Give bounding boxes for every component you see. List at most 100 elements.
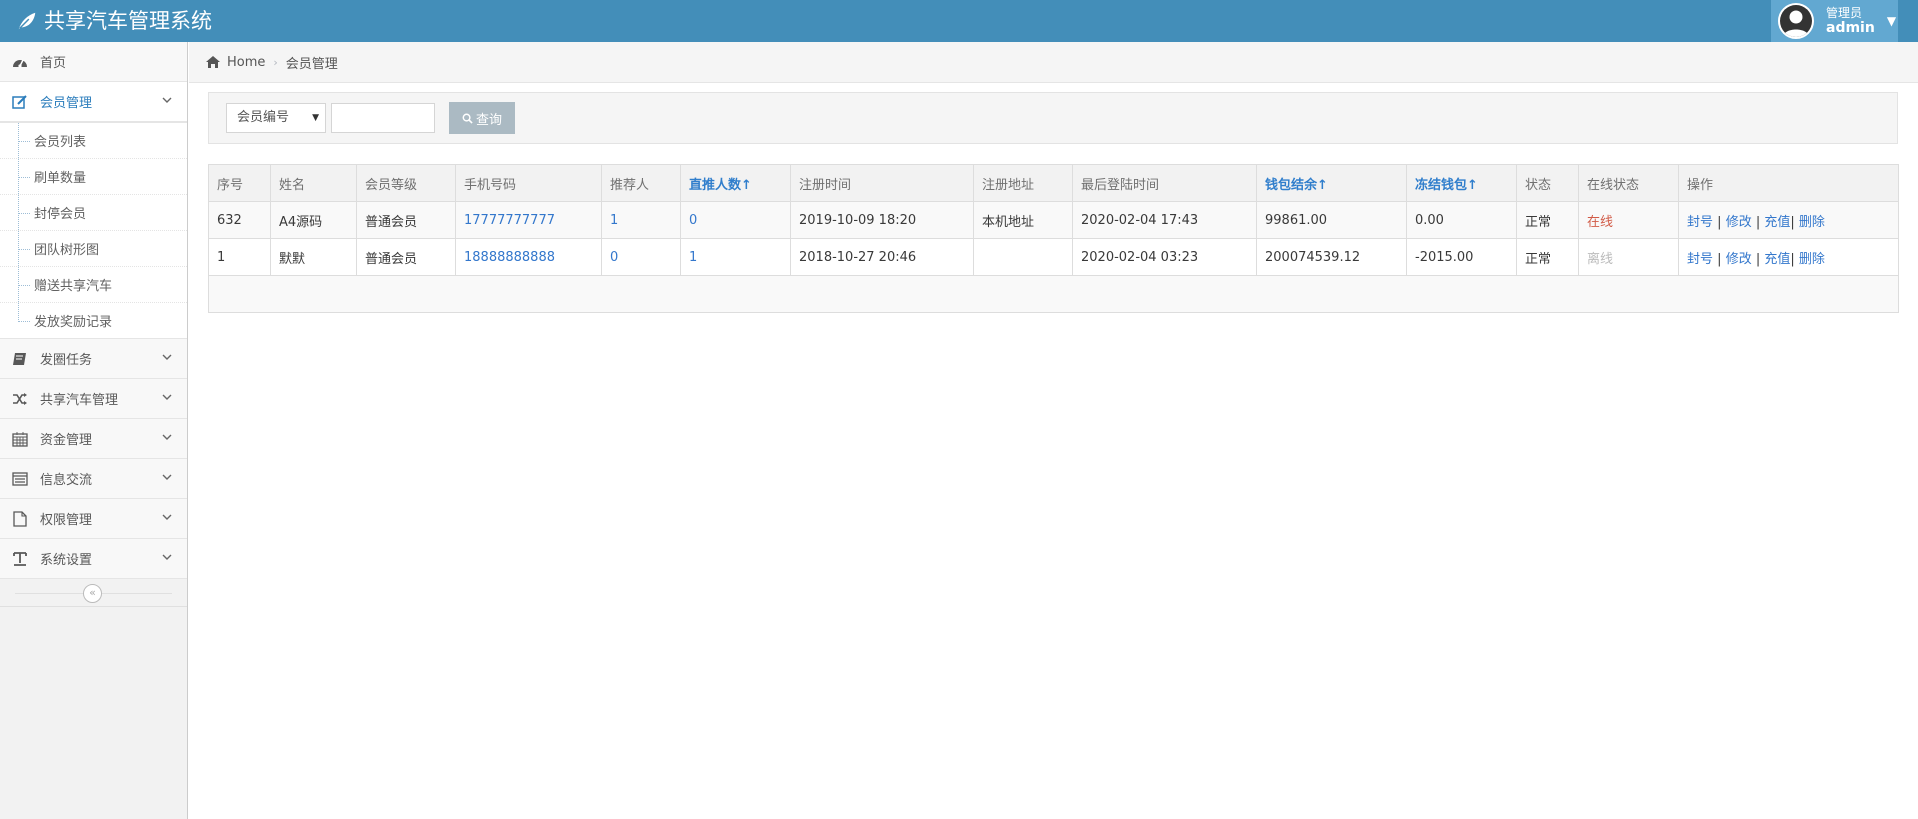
sidebar-item-label: 资金管理 [40,433,93,448]
leaf-icon [18,12,36,30]
caret-down-icon: ▼ [312,113,319,123]
chevron-down-icon [162,434,172,440]
breadcrumb-home-link[interactable]: Home [227,55,265,70]
cell-actions: 封号 | 修改 | 充值| 删除 [1678,238,1899,276]
submenu-item-label: 刷单数量 [34,171,87,186]
cell-last-login: 2020-02-04 17:43 [1072,201,1257,239]
cell-direct-link[interactable]: 0 [689,213,697,228]
table-row: 1 默默 普通会员 18888888888 0 1 2018-10-27 20:… [208,238,1899,276]
sidebar-item-tasks[interactable]: 发圈任务 [0,339,187,379]
col-header-referrer: 推荐人 [601,164,681,202]
edit-link[interactable]: 修改 [1726,252,1752,267]
col-header-phone: 手机号码 [455,164,602,202]
cell-name: 默默 [270,238,357,276]
submenu-item-reward-records[interactable]: 发放奖励记录 [0,302,187,338]
cell-wallet: 200074539.12 [1256,238,1407,276]
submenu-item-label: 会员列表 [34,135,87,150]
sidebar-item-home[interactable]: 首页 [0,42,187,82]
chevron-down-icon [162,474,172,480]
book-icon [13,352,26,365]
cell-referrer-link[interactable]: 0 [610,250,618,265]
submenu-item-label: 赠送共享汽车 [34,279,113,294]
submenu-item-order-count[interactable]: 刷单数量 [0,158,187,194]
breadcrumb: Home › 会员管理 [189,42,1918,83]
submenu-item-member-list[interactable]: 会员列表 [0,122,187,158]
search-button[interactable]: 查询 [449,102,515,134]
sidebar-item-members[interactable]: 会员管理 [0,82,187,122]
chevron-right-icon: › [273,55,278,69]
submenu-item-label: 封停会员 [34,207,87,222]
member-table-container: 序号 姓名 会员等级 手机号码 推荐人 直推人数↑ 注册时间 注册地址 最后登陆… [208,164,1899,313]
edit-icon [12,94,27,109]
sidebar-item-messages[interactable]: 信息交流 [0,459,187,499]
chevron-down-icon [162,97,172,103]
cell-id: 1 [208,238,271,276]
double-left-icon: « [89,586,96,599]
sidebar-collapse: « [0,579,187,607]
search-icon [462,113,473,124]
delete-link[interactable]: 删除 [1799,252,1825,267]
cell-referrer-link[interactable]: 1 [610,213,618,228]
col-header-wallet-sort[interactable]: 钱包结余↑ [1256,164,1407,202]
sidebar-item-label: 共享汽车管理 [40,393,119,408]
delete-link[interactable]: 删除 [1799,215,1825,230]
caret-down-icon: ▼ [1886,14,1897,28]
text-icon [13,551,27,566]
col-header-last-login: 最后登陆时间 [1072,164,1257,202]
table-header-row: 序号 姓名 会员等级 手机号码 推荐人 直推人数↑ 注册时间 注册地址 最后登陆… [208,164,1899,202]
top-navbar: 共享汽车管理系统 管理员 admin ▼ [0,0,1918,42]
sidebar-item-label: 系统设置 [40,553,93,568]
col-header-direct-referrals-sort[interactable]: 直推人数↑ [680,164,791,202]
table-row: 632 A4源码 普通会员 17777777777 1 0 2019-10-09… [208,201,1899,239]
chevron-down-icon [162,514,172,520]
submenu-item-gift-car[interactable]: 赠送共享汽车 [0,266,187,302]
action-separator: | [1755,214,1761,230]
cell-online-status: 离线 [1578,238,1679,276]
cell-online-status: 在线 [1578,201,1679,239]
sidebar-item-settings[interactable]: 系统设置 [0,539,187,579]
user-role: 管理员 [1826,6,1863,20]
sidebar-item-permissions[interactable]: 权限管理 [0,499,187,539]
ban-link[interactable]: 封号 [1687,252,1713,267]
search-field-select[interactable]: 会员编号 ▼ [226,103,326,133]
brand[interactable]: 共享汽车管理系统 [16,6,212,36]
submenu-item-banned-members[interactable]: 封停会员 [0,194,187,230]
search-bar: 会员编号 ▼ 查询 [208,92,1898,144]
cell-direct-link[interactable]: 1 [689,250,697,265]
sidebar-item-label: 会员管理 [40,96,93,111]
sidebar-item-funds[interactable]: 资金管理 [0,419,187,459]
file-icon [13,510,27,527]
member-table: 序号 姓名 会员等级 手机号码 推荐人 直推人数↑ 注册时间 注册地址 最后登陆… [208,164,1899,313]
avatar [1778,3,1814,39]
sidebar-item-car-management[interactable]: 共享汽车管理 [0,379,187,419]
cell-phone-link[interactable]: 18888888888 [464,250,555,265]
sidebar-item-label: 权限管理 [40,513,93,528]
col-header-name: 姓名 [270,164,357,202]
cell-phone-link[interactable]: 17777777777 [464,213,555,228]
cell-status: 正常 [1516,201,1579,239]
action-separator: | [1717,214,1722,230]
cell-frozen: -2015.00 [1406,238,1517,276]
collapse-sidebar-button[interactable]: « [83,584,102,603]
sidebar-item-label: 信息交流 [40,473,93,488]
search-input[interactable] [331,103,435,133]
col-header-reg-addr: 注册地址 [973,164,1073,202]
user-menu[interactable]: 管理员 admin ▼ [1771,0,1898,42]
recharge-link[interactable]: 充值 [1764,252,1790,267]
recharge-link[interactable]: 充值 [1764,215,1790,230]
breadcrumb-current: 会员管理 [285,56,338,72]
ban-link[interactable]: 封号 [1687,215,1713,230]
cell-level: 普通会员 [356,201,456,239]
cell-name: A4源码 [270,201,357,239]
user-name: admin [1826,20,1875,36]
col-header-status: 状态 [1516,164,1579,202]
action-separator: | [1790,214,1795,230]
col-header-frozen-sort[interactable]: 冻结钱包↑ [1406,164,1517,202]
table-footer-row [208,275,1899,313]
cell-wallet: 99861.00 [1256,201,1407,239]
chevron-down-icon [162,554,172,560]
cell-id: 632 [208,201,271,239]
chevron-down-icon [162,354,172,360]
submenu-item-team-tree[interactable]: 团队树形图 [0,230,187,266]
edit-link[interactable]: 修改 [1726,215,1752,230]
